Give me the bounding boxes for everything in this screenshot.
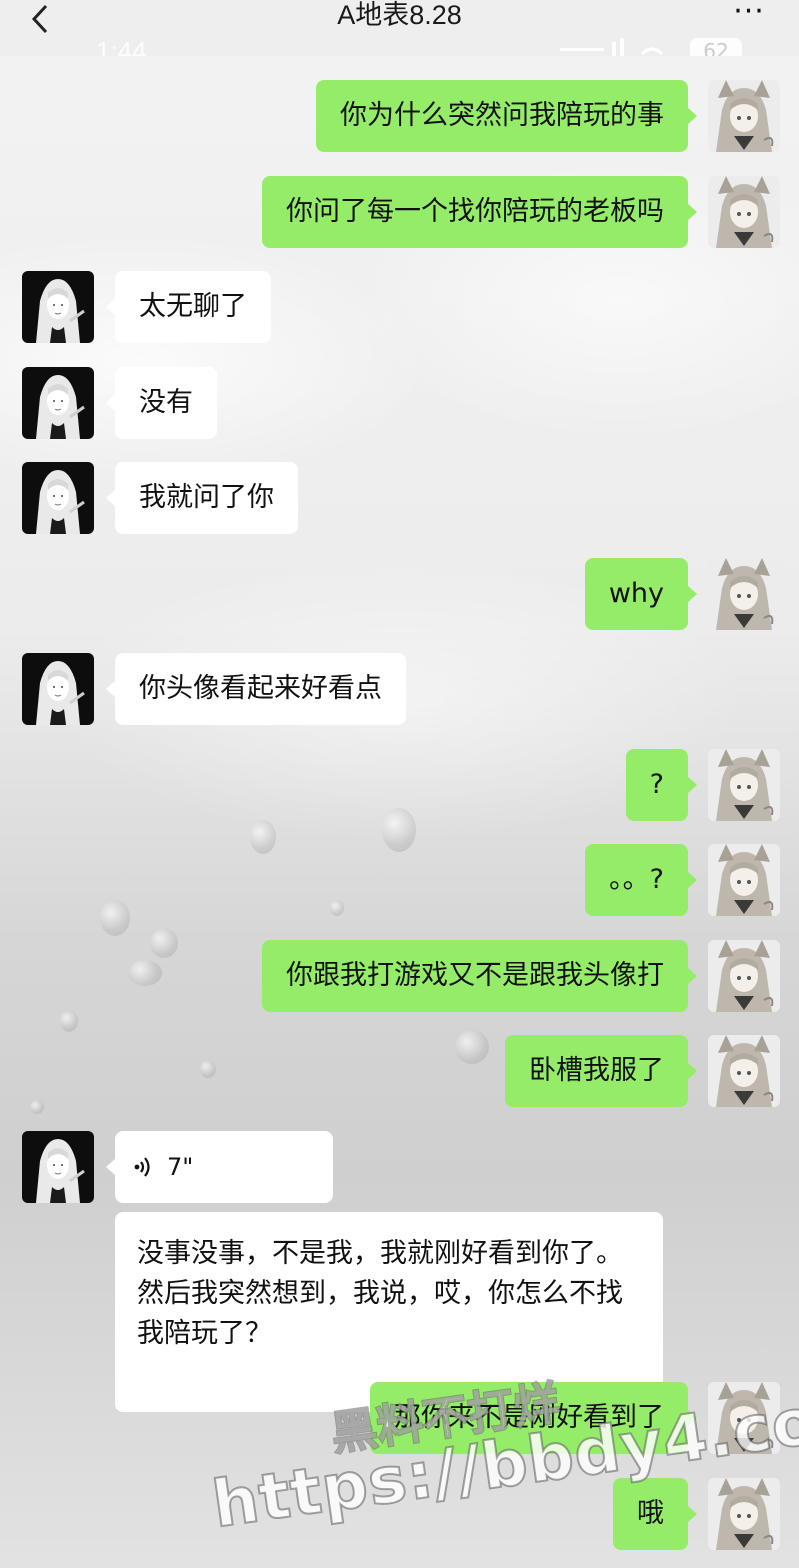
contact-avatar[interactable] — [22, 462, 94, 534]
message-bubble[interactable]: 你头像看起来好看点 — [106, 653, 406, 725]
message-bubble[interactable]: ? — [625, 749, 698, 821]
contact-avatar[interactable] — [22, 271, 94, 343]
message-bubble[interactable]: 那你来不是刚好看到了 — [370, 1382, 697, 1454]
message-bubble[interactable]: 哦 — [613, 1478, 697, 1550]
message-bubble[interactable]: 。。? — [585, 844, 697, 916]
voice-wave-icon — [134, 1157, 150, 1177]
message-bubble[interactable]: 我就问了你 — [106, 462, 298, 534]
voice-message-bubble[interactable]: 7" — [106, 1131, 333, 1203]
contact-avatar[interactable] — [22, 1131, 94, 1203]
my-avatar[interactable] — [708, 749, 780, 821]
contact-avatar[interactable] — [22, 653, 94, 725]
contact-avatar[interactable] — [22, 367, 94, 439]
message-bubble[interactable]: 卧槽我服了 — [505, 1035, 697, 1107]
battery-indicator: 62 — [690, 38, 742, 56]
message-bubble[interactable]: 没有 — [106, 367, 217, 439]
my-avatar[interactable] — [708, 176, 780, 248]
message-bubble[interactable]: 太无聊了 — [106, 271, 271, 343]
message-bubble[interactable]: 你跟我打游戏又不是跟我头像打 — [262, 940, 697, 1012]
chat-header: A地表8.28 ··· 1:44 62 — [0, 0, 799, 56]
chat-title: A地表8.28 — [337, 0, 462, 30]
message-bubble[interactable]: 你为什么突然问我陪玩的事 — [316, 80, 697, 152]
voice-duration: 7" — [167, 1153, 194, 1181]
message-list[interactable]: 你为什么突然问我陪玩的事 你问了每一个找你陪玩的老板吗 太无聊了 没有 我就问了… — [0, 56, 799, 1568]
my-avatar[interactable] — [708, 558, 780, 630]
message-bubble[interactable]: why — [584, 558, 698, 630]
my-avatar[interactable] — [708, 940, 780, 1012]
message-bubble[interactable]: 你问了每一个找你陪玩的老板吗 — [262, 176, 697, 248]
status-time: 1:44 — [96, 36, 147, 56]
my-avatar[interactable] — [708, 1478, 780, 1550]
status-bar: 1:44 62 — [0, 34, 799, 56]
more-options-button[interactable]: ··· — [729, 0, 769, 30]
my-avatar[interactable] — [708, 1035, 780, 1107]
my-avatar[interactable] — [708, 1382, 780, 1454]
my-avatar[interactable] — [708, 80, 780, 152]
signal-wifi-icon — [560, 38, 664, 56]
my-avatar[interactable] — [708, 844, 780, 916]
